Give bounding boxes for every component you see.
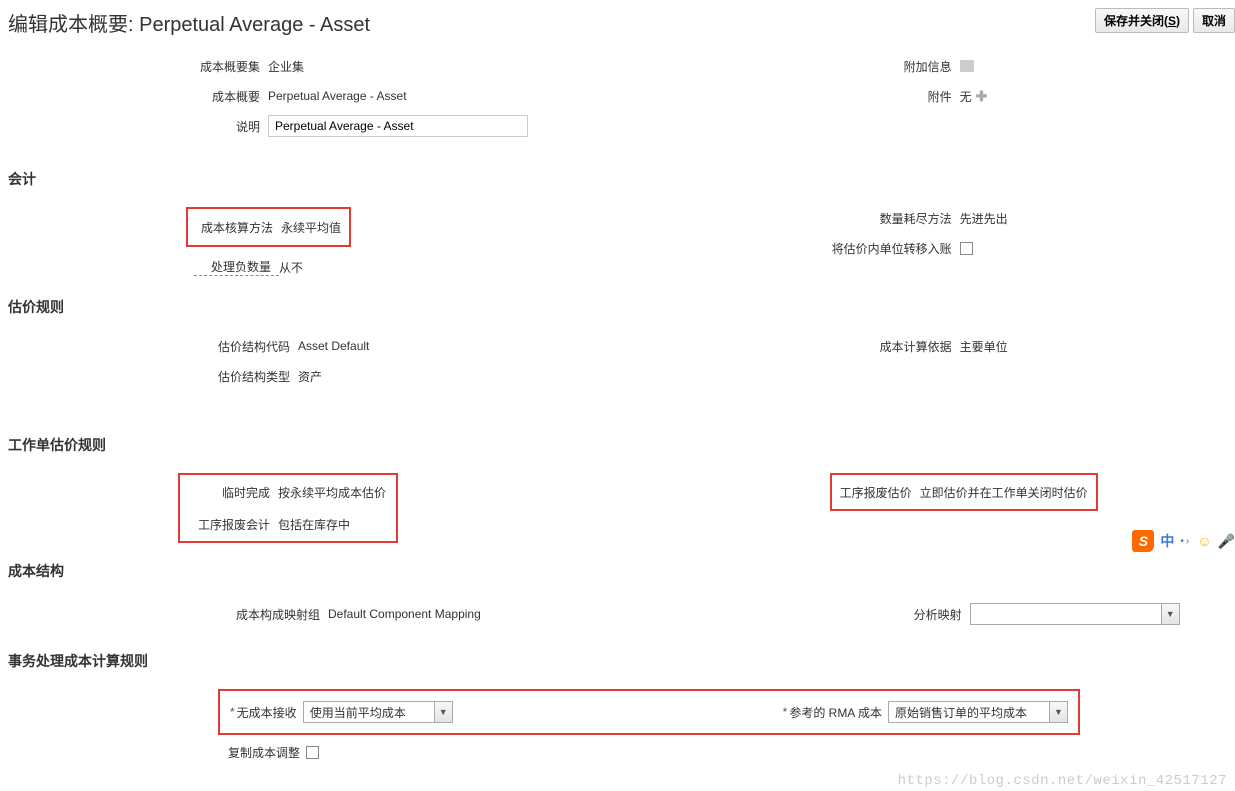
calc-basis-value: 主要单位 — [960, 338, 1008, 355]
note-icon[interactable] — [960, 60, 974, 72]
save-and-close-button[interactable]: 保存并关闭(S) — [1095, 8, 1189, 33]
sogou-icon: S — [1132, 530, 1154, 552]
ime-mic-icon[interactable]: 🎤 — [1218, 533, 1235, 550]
valuation-section-title: 估价规则 — [8, 297, 1235, 317]
required-asterisk: * — [230, 705, 235, 719]
calc-basis-label: 成本计算依据 — [720, 338, 960, 355]
accounting-section-title: 会计 — [8, 169, 1235, 189]
required-asterisk: * — [783, 705, 788, 719]
profile-value: Perpetual Average - Asset — [268, 89, 407, 103]
ime-punct-icon[interactable]: •› — [1180, 536, 1191, 547]
mapping-group-value: Default Component Mapping — [328, 607, 481, 621]
workorder-right-highlight: 工序报废估价 立即估价并在工作单关闭时估价 — [830, 473, 1098, 511]
attachments-value: 无 — [960, 88, 972, 105]
val-structure-type-value: 资产 — [298, 368, 322, 385]
depletion-method-value: 先进先出 — [960, 210, 1008, 227]
workorder-section-title: 工作单估价规则 — [8, 435, 1235, 455]
temp-complete-label: 临时完成 — [188, 484, 278, 501]
chevron-down-icon: ▼ — [434, 702, 452, 722]
val-structure-type-label: 估价结构类型 — [8, 368, 298, 385]
additional-info-label: 附加信息 — [720, 58, 960, 75]
analysis-mapping-label: 分析映射 — [720, 606, 970, 623]
cost-method-label: 成本核算方法 — [196, 219, 281, 236]
accounting-method-highlight: 成本核算方法 永续平均值 — [186, 207, 351, 247]
no-cost-label: 无成本接收 — [237, 704, 303, 721]
mapping-group-label: 成本构成映射组 — [8, 606, 328, 623]
txn-rules-section-title: 事务处理成本计算规则 — [8, 651, 1235, 671]
val-structure-code-value: Asset Default — [298, 339, 369, 353]
watermark: https://blog.csdn.net/weixin_42517127 — [898, 773, 1227, 789]
profile-set-value: 企业集 — [268, 58, 304, 75]
cost-structure-section-title: 成本结构 — [8, 561, 1235, 581]
attachments-label: 附件 — [720, 88, 960, 105]
rma-cost-label: 参考的 RMA 成本 — [789, 704, 888, 721]
transfer-in-checkbox[interactable] — [960, 242, 973, 255]
profile-set-label: 成本概要集 — [8, 58, 268, 75]
workorder-left-highlight: 临时完成 按永续平均成本估价 工序报废会计 包括在库存中 — [178, 473, 398, 543]
val-structure-code-label: 估价结构代码 — [8, 338, 298, 355]
scrap-valuation-label: 工序报废估价 — [840, 484, 920, 501]
chevron-down-icon: ▼ — [1161, 604, 1179, 624]
ime-floating-toolbar[interactable]: S 中 •› ☺ 🎤 — [1132, 530, 1235, 552]
ime-lang-indicator[interactable]: 中 — [1160, 531, 1174, 551]
copy-adjust-label: 复制成本调整 — [228, 744, 306, 761]
add-attachment-icon[interactable]: ✚ — [976, 88, 988, 105]
scrap-accounting-label: 工序报废会计 — [188, 516, 278, 533]
scrap-valuation-value: 立即估价并在工作单关闭时估价 — [920, 484, 1088, 501]
analysis-mapping-select[interactable]: ▼ — [970, 603, 1180, 625]
negative-qty-value: 从不 — [279, 259, 303, 276]
description-label: 说明 — [8, 118, 268, 135]
temp-complete-value: 按永续平均成本估价 — [278, 484, 386, 501]
ime-emoji-icon[interactable]: ☺ — [1197, 533, 1211, 549]
cancel-button[interactable]: 取消 — [1193, 8, 1235, 33]
no-cost-select[interactable]: 使用当前平均成本 ▼ — [303, 701, 453, 723]
chevron-down-icon: ▼ — [1049, 702, 1067, 722]
negative-qty-label: 处理负数量 — [194, 258, 279, 276]
description-input[interactable] — [268, 115, 528, 137]
copy-adjust-checkbox[interactable] — [306, 746, 319, 759]
profile-label: 成本概要 — [8, 88, 268, 105]
transfer-in-label: 将估价内单位转移入账 — [720, 240, 960, 257]
scrap-accounting-value: 包括在库存中 — [278, 516, 350, 533]
rma-cost-select[interactable]: 原始销售订单的平均成本 ▼ — [888, 701, 1068, 723]
cost-method-value: 永续平均值 — [281, 219, 341, 236]
depletion-method-label: 数量耗尽方法 — [720, 210, 960, 227]
txn-rules-highlight: * 无成本接收 使用当前平均成本 ▼ * 参考的 RMA 成本 原始销售订单的平… — [218, 689, 1080, 735]
page-title: 编辑成本概要: Perpetual Average - Asset — [8, 8, 370, 37]
